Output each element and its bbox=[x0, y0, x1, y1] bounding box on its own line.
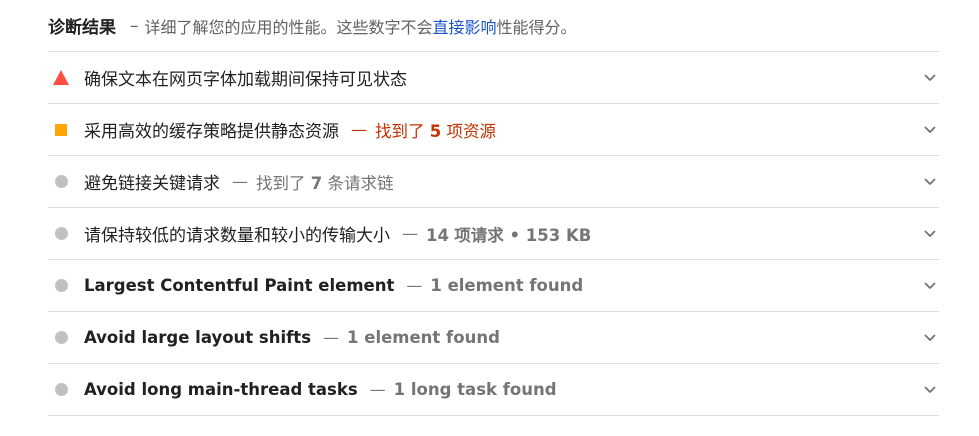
audit-title: 采用高效的缓存策略提供静态资源 bbox=[84, 122, 339, 142]
audit-dash: — bbox=[323, 328, 340, 347]
audit-dash: — bbox=[369, 380, 386, 399]
section-title: 诊断结果 bbox=[48, 18, 116, 38]
detail-suffix: 项资源 bbox=[446, 121, 496, 141]
detail-prefix: 找到了 bbox=[375, 121, 425, 141]
chevron-down-icon[interactable] bbox=[923, 227, 937, 241]
square-icon bbox=[53, 122, 69, 138]
circle-icon bbox=[53, 226, 69, 242]
audit-detail: 找到了 7 条请求链 bbox=[256, 170, 393, 194]
header-dash: – bbox=[130, 15, 139, 36]
circle-icon bbox=[53, 330, 69, 346]
audit-title: 确保文本在网页字体加载期间保持可见状态 bbox=[84, 70, 407, 90]
audit-title: 请保持较低的请求数量和较小的传输大小 bbox=[84, 226, 390, 246]
section-description: 详细了解您的应用的性能。这些数字不会 bbox=[144, 17, 433, 37]
audit-dash: — bbox=[402, 224, 418, 243]
audit-dash: — bbox=[351, 120, 367, 139]
circle-icon bbox=[53, 174, 69, 190]
audit-title: Avoid long main-thread tasks bbox=[84, 380, 358, 399]
detail-count: 7 bbox=[310, 173, 323, 193]
chevron-down-icon[interactable] bbox=[923, 71, 937, 85]
chevron-down-icon[interactable] bbox=[923, 383, 937, 397]
detail-prefix: 找到了 bbox=[256, 173, 306, 193]
chevron-down-icon[interactable] bbox=[923, 123, 937, 137]
circle-icon bbox=[53, 278, 69, 294]
chevron-down-icon[interactable] bbox=[923, 279, 937, 293]
audit-critical-request-chains[interactable]: 避免链接关键请求 — 找到了 7 条请求链 bbox=[48, 156, 939, 208]
audit-detail: 找到了 5 项资源 bbox=[375, 118, 496, 142]
chevron-down-icon[interactable] bbox=[923, 331, 937, 345]
audit-font-display[interactable]: 确保文本在网页字体加载期间保持可见状态 bbox=[48, 52, 939, 104]
diagnostics-header: 诊断结果 – 详细了解您的应用的性能。这些数字不会 直接影响 性能得分。 bbox=[48, 0, 939, 52]
detail-count: 14 bbox=[426, 225, 449, 245]
direct-impact-link[interactable]: 直接影响 bbox=[433, 14, 497, 38]
audit-dash: — bbox=[406, 276, 423, 295]
diagnostics-panel: 诊断结果 – 详细了解您的应用的性能。这些数字不会 直接影响 性能得分。 确保文本在… bbox=[48, 0, 939, 416]
audit-detail: 14 项请求 • 153 KB bbox=[426, 222, 591, 246]
audit-resource-summary[interactable]: 请保持较低的请求数量和较小的传输大小 — 14 项请求 • 153 KB bbox=[48, 208, 939, 260]
circle-icon bbox=[53, 382, 69, 398]
audit-title: 避免链接关键请求 bbox=[84, 174, 220, 194]
detail-suffix: 条请求链 bbox=[327, 173, 394, 193]
audit-cache-policy[interactable]: 采用高效的缓存策略提供静态资源 — 找到了 5 项资源 bbox=[48, 104, 939, 156]
detail-count: 5 bbox=[429, 121, 442, 141]
audit-dash: — bbox=[232, 172, 248, 191]
audit-title: Avoid large layout shifts bbox=[84, 328, 312, 347]
audit-long-tasks[interactable]: Avoid long main-thread tasks — 1 long ta… bbox=[48, 364, 939, 416]
audit-lcp-element[interactable]: Largest Contentful Paint element — 1 ele… bbox=[48, 260, 939, 312]
triangle-icon bbox=[53, 70, 69, 86]
audit-title: Largest Contentful Paint element bbox=[84, 276, 395, 295]
chevron-down-icon[interactable] bbox=[923, 175, 937, 189]
audit-layout-shifts[interactable]: Avoid large layout shifts — 1 element fo… bbox=[48, 312, 939, 364]
audit-detail: 1 element found bbox=[430, 276, 584, 295]
section-description-end: 性能得分。 bbox=[496, 17, 577, 37]
detail-suffix: 项请求 • 153 KB bbox=[454, 225, 592, 245]
audit-detail: 1 long task found bbox=[393, 380, 557, 399]
audit-detail: 1 element found bbox=[347, 328, 500, 347]
